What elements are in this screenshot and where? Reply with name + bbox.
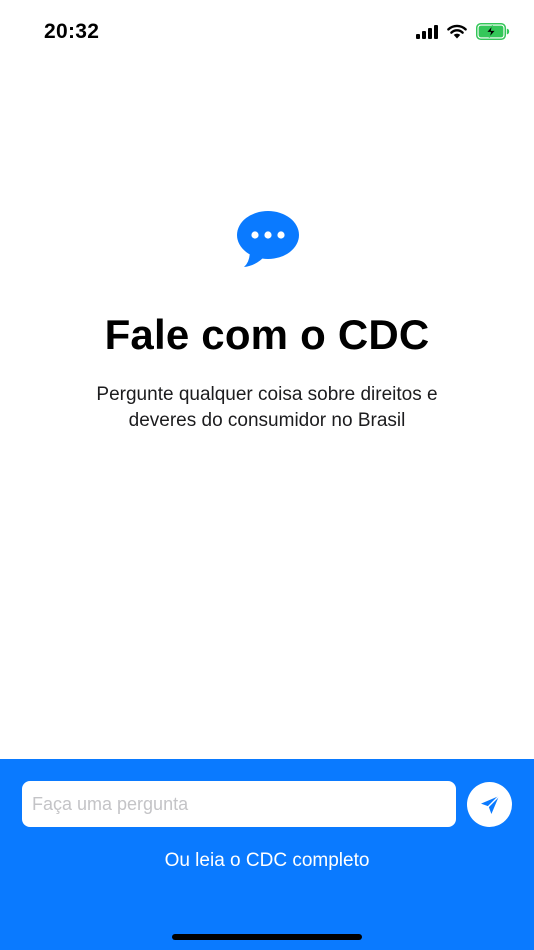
status-bar: 20:32 [0, 0, 534, 66]
send-arrow-icon [480, 794, 500, 814]
wifi-icon [447, 24, 467, 39]
home-indicator [172, 934, 362, 940]
read-full-cdc-link[interactable]: Ou leia o CDC completo [0, 850, 534, 872]
page-subtitle: Pergunte qualquer coisa sobre direitos e… [96, 384, 438, 431]
battery-charging-icon [476, 23, 510, 40]
composer-panel: Ou leia o CDC completo [0, 759, 534, 950]
cellular-signal-icon [416, 24, 438, 39]
status-icons [416, 23, 510, 40]
hero-section: Fale com o CDC Pergunte qualquer coisa s… [0, 210, 534, 434]
page-title: Fale com o CDC [104, 311, 430, 358]
chat-bubble-icon [237, 211, 299, 267]
send-button[interactable] [467, 782, 512, 827]
question-input[interactable] [22, 781, 456, 827]
status-time: 20:32 [44, 20, 100, 43]
